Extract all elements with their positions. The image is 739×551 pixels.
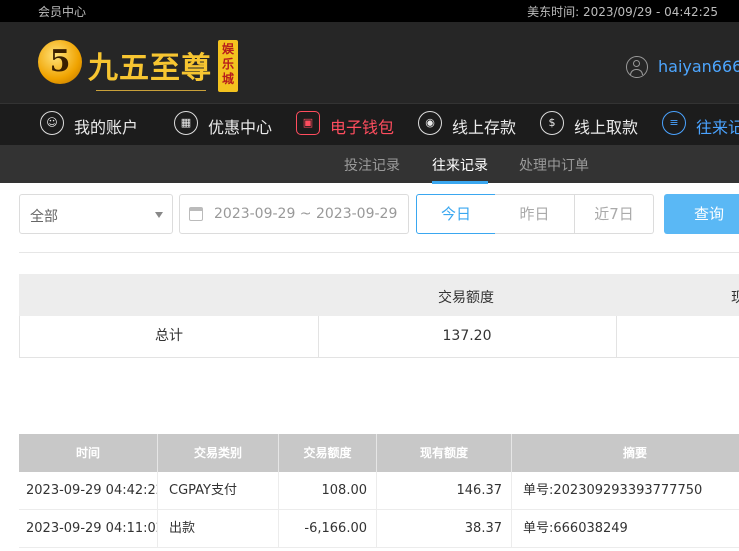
summary-row: 总计 137.20 [19,316,739,358]
cell-balance: 38.37 [377,510,512,547]
cell-type: 出款 [158,510,279,547]
nav-label: 往来记 [696,118,739,137]
member-center-link[interactable]: 会员中心 [38,3,86,20]
cell-summary: 单号:666038249 [512,510,739,547]
tab-transaction-records[interactable]: 往来记录 [432,155,488,184]
column-header: 交易额度 [279,434,377,472]
cell-amount: 108.00 [279,472,377,509]
nav-label: 电子钱包 [330,118,395,137]
search-button[interactable]: 查询 [664,194,739,234]
user-icon: ☺ [40,111,64,135]
column-header: 时间 [19,434,158,472]
deposit-icon: ◉ [418,111,442,135]
nav-label: 优惠中心 [208,118,273,137]
sub-nav: 投注记录 往来记录 处理中订单 [0,145,739,184]
column-header: 现有额度 [377,434,512,472]
tab-pending-orders[interactable]: 处理中订单 [519,155,589,175]
logo-text[interactable]: 九五至尊 [88,43,212,87]
date-range-input[interactable]: 2023-09-29 ~ 2023-09-29 [179,194,409,234]
logo-ornament [96,84,206,91]
type-select-value: 全部 [30,209,58,225]
table-header: 时间 交易类别 交易额度 现有额度 摘要 [19,434,739,472]
table-row: 2023-09-29 04:42:22 CGPAY支付 108.00 146.3… [19,472,739,510]
withdraw-icon: $ [540,111,564,135]
calendar-icon [189,207,203,221]
today-button[interactable]: 今日 [416,194,496,234]
date-range-value: 2023-09-29 ~ 2023-09-29 [214,206,398,222]
username[interactable]: haiyan666 [658,57,739,76]
table-row: 2023-09-29 04:11:02 出款 -6,166.00 38.37 单… [19,510,739,548]
column-header: 交易类别 [158,434,279,472]
cell-type: CGPAY支付 [158,472,279,509]
last-7-days-button[interactable]: 近7日 [575,194,654,234]
gift-icon: ▦ [174,111,198,135]
summary-header-more: 现 [731,290,739,306]
nav-label: 我的账户 [74,118,139,137]
nav-label: 线上取款 [574,118,639,137]
tab-bet-records[interactable]: 投注记录 [344,155,400,175]
divider [19,252,739,253]
summary-header: 交易额度 现 [19,274,739,316]
cell-time: 2023-09-29 04:11:02 [19,510,158,547]
cell-summary: 单号:202309293393777750 [512,472,739,509]
logo-badge[interactable]: 5 [38,40,82,84]
wallet-icon: ▣ [296,111,320,135]
filter-bar: 全部 2023-09-29 ~ 2023-09-29 今日 昨日 近7日 查询 [0,194,739,234]
logo-tag: 娱乐城 [218,40,238,92]
records-icon: ≡ [662,111,686,135]
nav-label: 线上存款 [452,118,517,137]
cell-time: 2023-09-29 04:42:22 [19,472,158,509]
eastern-time: 美东时间: 2023/09/29 - 04:42:25 [527,5,718,19]
caret-down-icon [155,212,163,218]
top-bar: 会员中心 美东时间: 2023/09/29 - 04:42:25 [0,0,739,22]
summary-total-amount: 137.20 [318,316,617,357]
type-select[interactable]: 全部 [19,194,173,234]
summary-total-label: 总计 [20,316,319,357]
user-avatar-icon [626,56,648,78]
logo-tag-text: 娱乐城 [221,42,234,86]
summary-header-amount: 交易额度 [438,290,494,306]
yesterday-button[interactable]: 昨日 [495,194,575,234]
cell-amount: -6,166.00 [279,510,377,547]
main-nav: ☺ 我的账户 ▦ 优惠中心 ▣ 电子钱包 ◉ 线上存款 $ 线上取款 ≡ 往来记 [0,103,739,146]
site-header: 5 九五至尊 娱乐城 haiyan666 [0,22,739,103]
column-header: 摘要 [512,434,739,472]
cell-balance: 146.37 [377,472,512,509]
